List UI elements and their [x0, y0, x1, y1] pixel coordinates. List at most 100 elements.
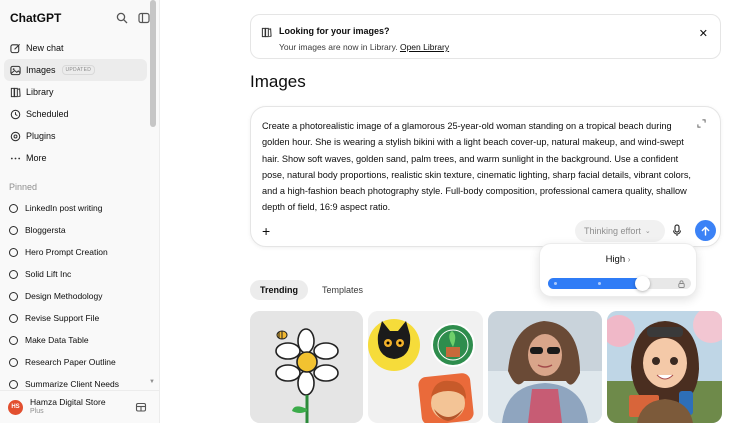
effort-slider-handle[interactable] [635, 276, 650, 291]
pinned-item-label: Solid Lift Inc [25, 269, 72, 279]
pinned-item[interactable]: Bloggersta [4, 219, 147, 241]
pinned-item-label: Bloggersta [25, 225, 66, 235]
sidebar-item-more[interactable]: More [4, 147, 147, 169]
images-icon [9, 64, 21, 76]
gallery-card-flower[interactable] [250, 311, 363, 423]
chat-circle-icon [9, 269, 18, 279]
effort-slider[interactable] [548, 276, 691, 291]
pinned-item[interactable]: Design Methodology [4, 285, 147, 307]
chat-circle-icon [9, 291, 18, 301]
gallery-card-portrait[interactable] [488, 311, 602, 423]
send-button[interactable] [695, 220, 716, 241]
effort-slider-fill [548, 278, 642, 289]
chat-circle-icon [9, 335, 18, 345]
banner-message: Your images are now in Library. [279, 42, 398, 52]
search-icon[interactable] [116, 12, 128, 24]
sidebar-item-label: Scheduled [26, 109, 69, 119]
effort-level-label[interactable]: High › [540, 254, 696, 265]
stickers-image [368, 311, 483, 423]
sidebar-item-new-chat[interactable]: New chat [4, 37, 147, 59]
page-title: Images [250, 72, 306, 91]
pinned-item-label: Hero Prompt Creation [25, 247, 108, 257]
pinned-section-label: Pinned [9, 182, 38, 192]
sidebar-scrollbar[interactable] [150, 0, 156, 127]
pinned-item-label: Summarize Client Needs [25, 379, 120, 389]
pinned-item-label: Make Data Table [25, 335, 89, 345]
sidebar-nav: New chat Images UPDATED Library Schedule… [4, 37, 147, 169]
user-name: Hamza Digital Store [30, 397, 106, 408]
sidebar-item-label: Plugins [26, 131, 56, 141]
thinking-effort-popup: High › [539, 243, 697, 297]
chevron-right-icon: › [627, 255, 631, 264]
portrait-photo-image [488, 311, 602, 423]
pinned-item[interactable]: LinkedIn post writing [4, 197, 147, 219]
arrow-up-icon [701, 226, 710, 236]
chevron-down-icon: ⌄ [644, 228, 651, 235]
chat-circle-icon [9, 357, 18, 367]
sidebar-item-label: New chat [26, 43, 64, 53]
prompt-textarea[interactable]: Create a photorealistic image of a glamo… [262, 118, 692, 216]
thinking-effort-label: Thinking effort [584, 226, 641, 236]
sidebar-header-icons [116, 12, 150, 24]
new-chat-icon [9, 42, 21, 54]
pinned-item[interactable]: Solid Lift Inc [4, 263, 147, 285]
lock-icon [678, 280, 685, 288]
sidebar-item-label: Library [26, 87, 54, 97]
sidebar-item-scheduled[interactable]: Scheduled [4, 103, 147, 125]
pinned-item[interactable]: Research Paper Outline [4, 351, 147, 373]
chat-circle-icon [9, 203, 18, 213]
user-account[interactable]: HS Hamza Digital Store Plus [0, 390, 159, 423]
brand-title: ChatGPT [10, 11, 62, 25]
scroll-down-arrow-icon[interactable]: ▼ [149, 379, 155, 385]
pinned-item-label: Revise Support File [25, 313, 100, 323]
expand-icon[interactable] [697, 119, 706, 128]
more-icon [9, 152, 21, 164]
pinned-item[interactable]: Revise Support File [4, 307, 147, 329]
banner-title: Looking for your images? [279, 26, 390, 36]
microphone-icon[interactable] [672, 224, 682, 237]
chat-circle-icon [9, 247, 18, 257]
pinned-item[interactable]: Hero Prompt Creation [4, 241, 147, 263]
open-library-link[interactable]: Open Library [400, 42, 449, 52]
prompt-composer[interactable]: Create a photorealistic image of a glamo… [250, 106, 721, 247]
pinned-list: LinkedIn post writing Bloggersta Hero Pr… [4, 197, 147, 395]
effort-level-text: High [605, 254, 626, 265]
library-icon [261, 27, 272, 38]
banner-text: Your images are now in Library. Open Lib… [279, 42, 449, 52]
close-icon[interactable]: ✕ [699, 27, 708, 40]
sidebar-item-label: More [26, 153, 47, 163]
tab-trending[interactable]: Trending [250, 280, 308, 300]
gallery-card-stickers[interactable] [368, 311, 483, 423]
avatar: HS [8, 399, 23, 415]
tab-templates[interactable]: Templates [312, 280, 373, 300]
slider-step-dot [554, 282, 557, 285]
sidebar-header: ChatGPT [10, 9, 150, 27]
thinking-effort-button[interactable]: Thinking effort ⌄ [575, 220, 665, 242]
sidebar: ChatGPT New chat Images UPDATED Library … [0, 0, 160, 423]
user-plan: Plus [30, 407, 44, 415]
store-icon[interactable] [135, 401, 147, 413]
updated-badge: UPDATED [61, 65, 96, 75]
sidebar-item-plugins[interactable]: Plugins [4, 125, 147, 147]
sidebar-item-library[interactable]: Library [4, 81, 147, 103]
sidebar-item-label: Images [26, 65, 56, 75]
chat-circle-icon [9, 313, 18, 323]
chat-circle-icon [9, 379, 18, 389]
gallery-card-illustration[interactable] [607, 311, 722, 423]
pinned-item[interactable]: Make Data Table [4, 329, 147, 351]
slider-step-dot [598, 282, 601, 285]
sidebar-item-images[interactable]: Images UPDATED [4, 59, 147, 81]
sidebar-toggle-icon[interactable] [138, 12, 150, 24]
pinned-item-label: LinkedIn post writing [25, 203, 103, 213]
flower-doodle-image [250, 311, 363, 423]
chat-circle-icon [9, 225, 18, 235]
plugins-icon [9, 130, 21, 142]
illustrated-girl-image [607, 311, 722, 423]
pinned-item-label: Research Paper Outline [25, 357, 116, 367]
image-tabs: Trending Templates [250, 280, 373, 300]
add-attachment-button[interactable]: + [262, 224, 270, 238]
scheduled-icon [9, 108, 21, 120]
pinned-item-label: Design Methodology [25, 291, 103, 301]
library-banner: Looking for your images? Your images are… [250, 14, 721, 59]
image-gallery [250, 311, 722, 423]
